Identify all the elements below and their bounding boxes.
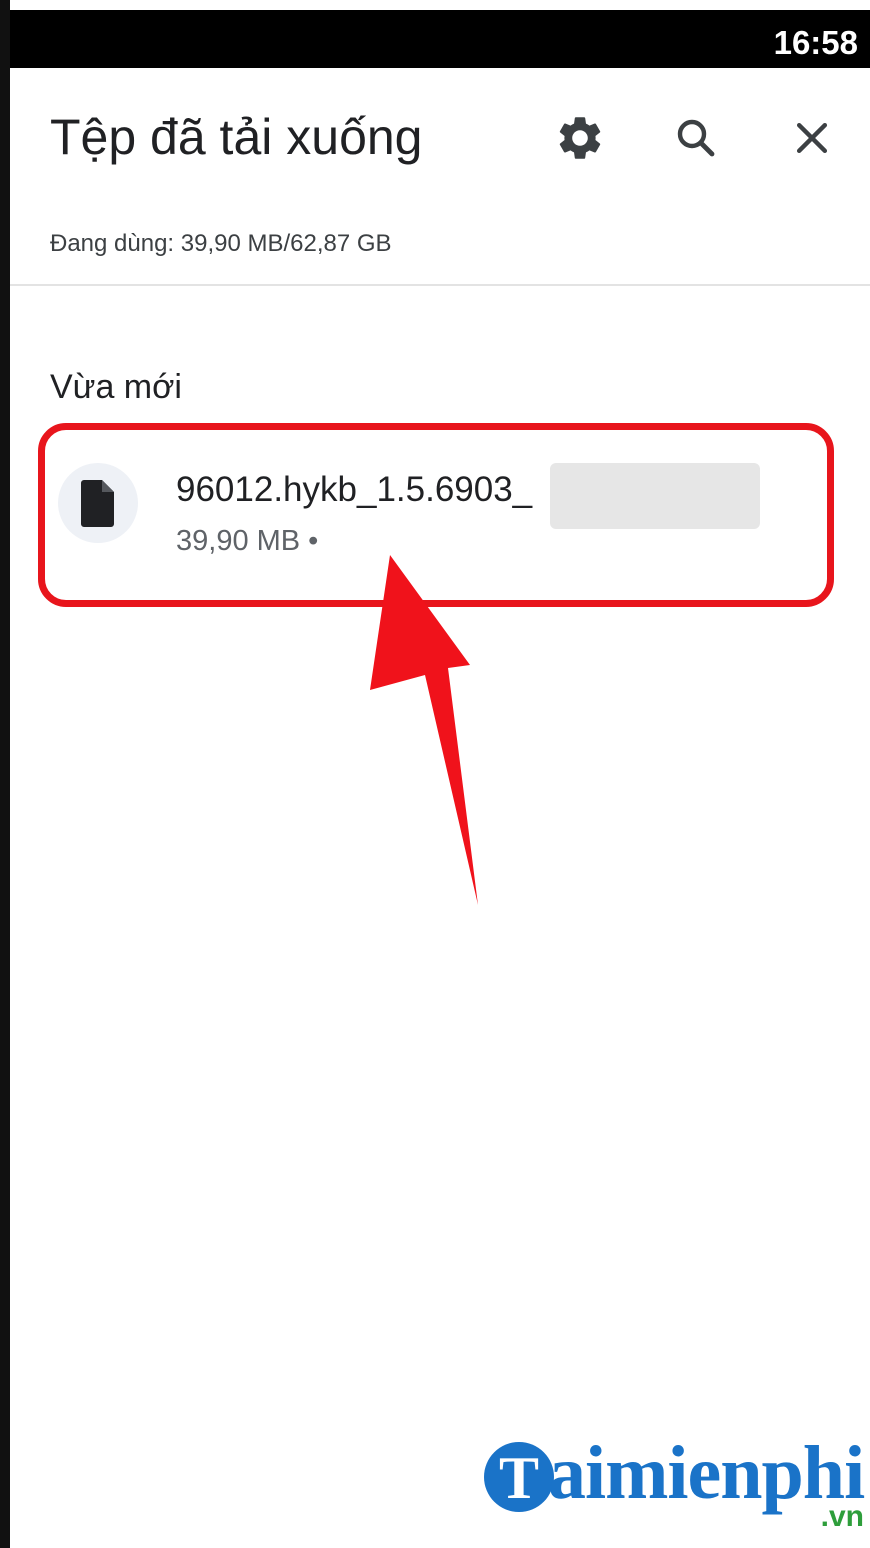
section-label-recent: Vừa mới	[50, 368, 182, 406]
search-button[interactable]	[666, 108, 726, 168]
watermark-t-icon: T	[484, 1442, 554, 1512]
search-icon	[677, 119, 715, 157]
status-time: 16:58	[773, 24, 858, 61]
page-title: Tệp đã tải xuống	[50, 109, 423, 165]
divider	[10, 284, 870, 286]
arrow-annotation-icon	[370, 555, 478, 905]
watermark-text: aimienphi	[548, 1431, 865, 1515]
top-strip	[0, 0, 870, 10]
close-icon	[796, 122, 828, 154]
watermark-domain: .vn	[820, 1500, 864, 1533]
status-bar: 16:58	[10, 10, 870, 68]
settings-icon	[559, 117, 601, 159]
settings-button[interactable]	[550, 108, 610, 168]
frame-border	[0, 0, 10, 1548]
watermark-logo: T aimienphi .vn	[484, 1431, 865, 1546]
storage-usage: Đang dùng: 39,90 MB/62,87 GB	[50, 230, 392, 257]
close-button[interactable]	[782, 108, 842, 168]
